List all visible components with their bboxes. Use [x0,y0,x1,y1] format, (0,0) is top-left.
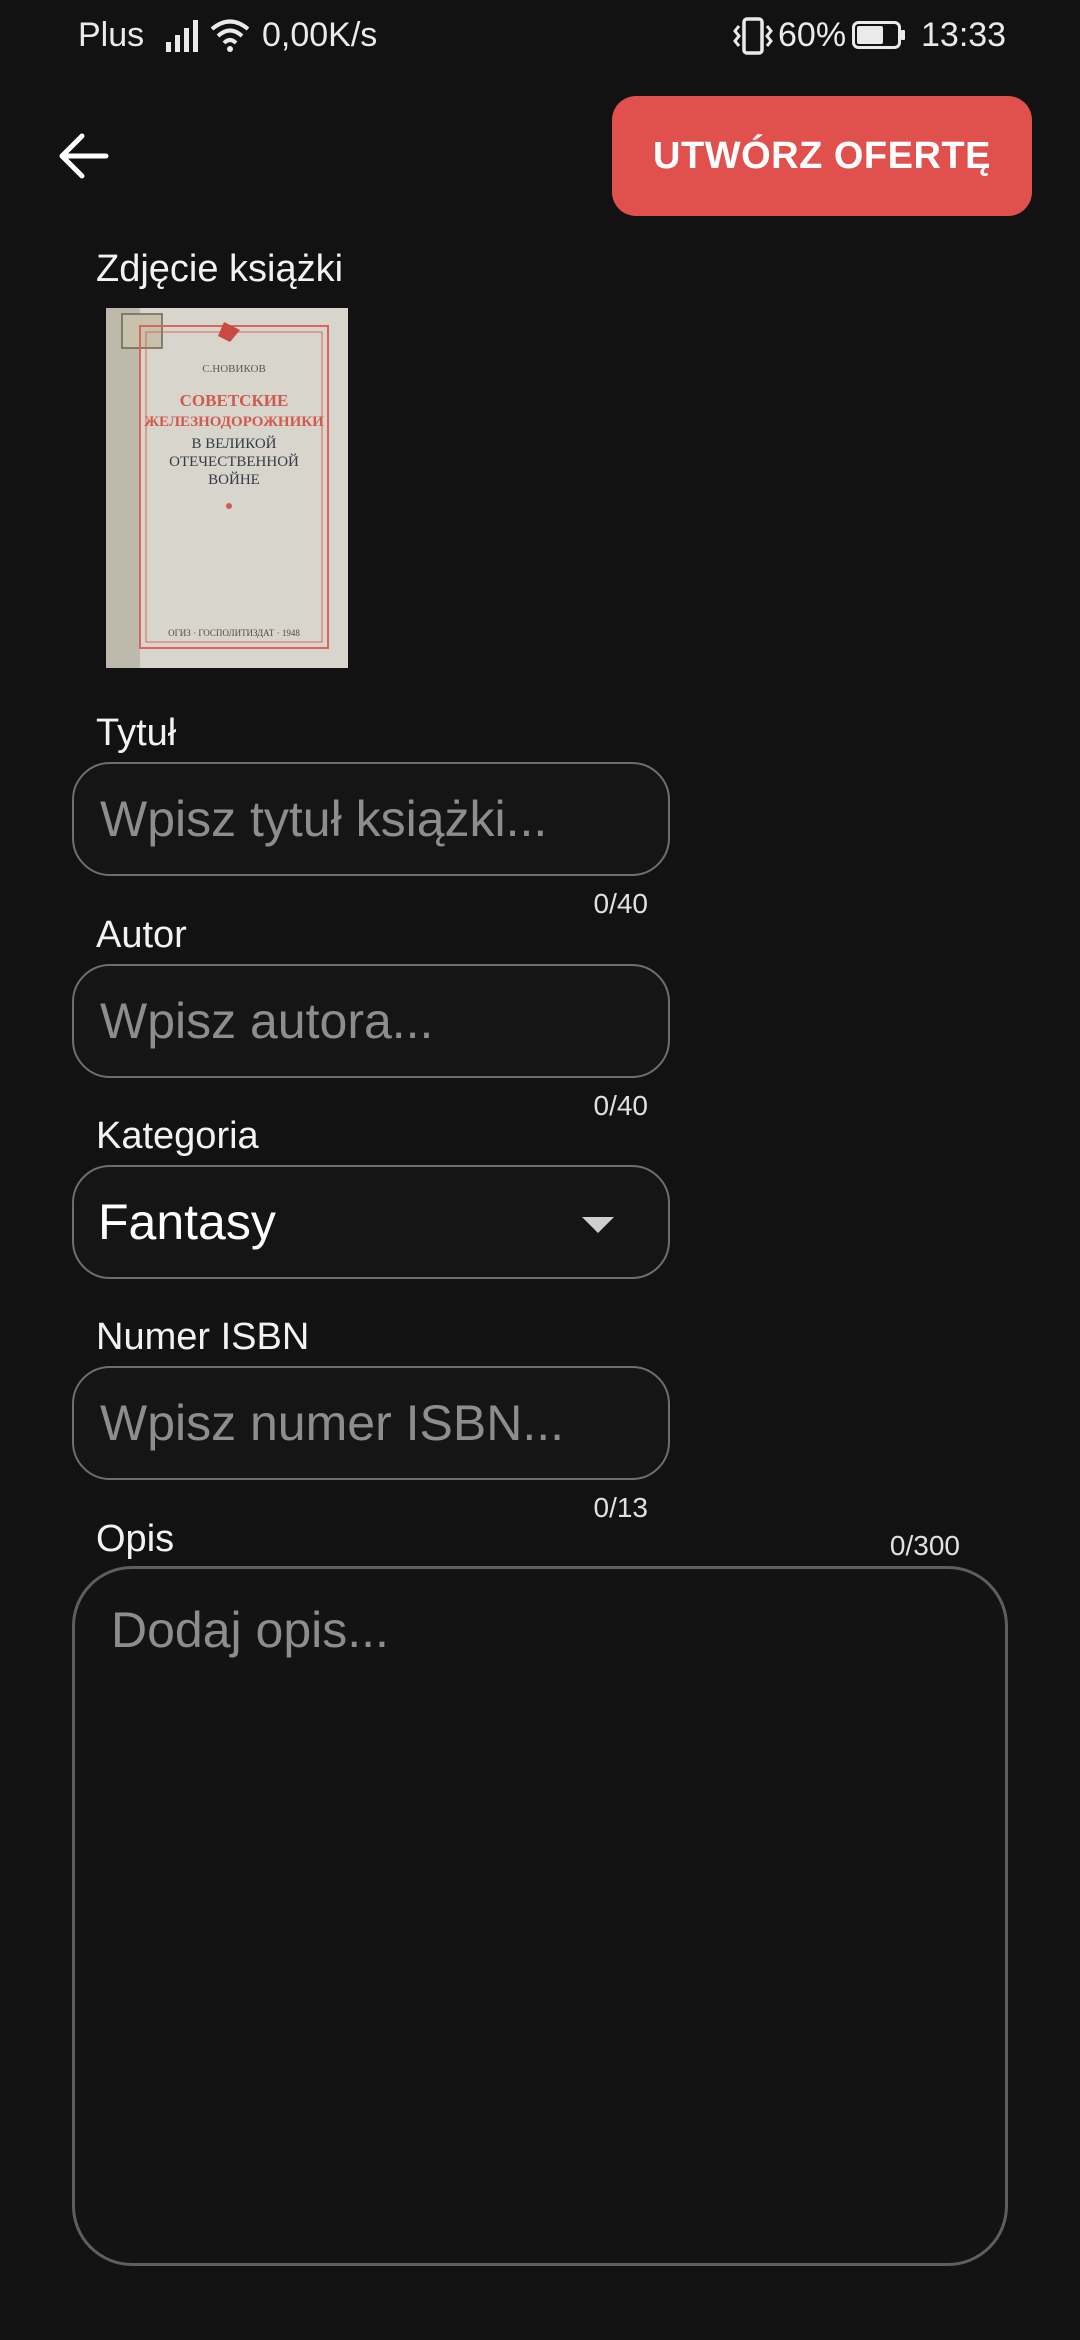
cover-title-line-3: В ВЕЛИКОЙ [191,435,276,452]
book-photo[interactable]: С.НОВИКОВ СОВЕТСКИЕ ЖЕЛЕЗНОДОРОЖНИКИ В В… [106,308,348,668]
category-value: Fantasy [98,1194,276,1250]
carrier-name: Plus [78,16,145,54]
description-input[interactable] [109,1599,975,2237]
author-label: Autor [96,914,187,956]
author-field[interactable] [72,964,670,1078]
battery-percent: 60% [778,16,847,54]
cover-title-line-4: ОТЕЧЕСТВЕННОЙ [169,453,299,470]
cover-author: С.НОВИКОВ [202,363,266,375]
description-box[interactable] [72,1566,1008,2266]
status-bar: Plus 0,00K/s 60% 13:33 [0,0,1080,72]
dropdown-arrow-icon [582,1217,614,1233]
isbn-counter: 0/13 [593,1492,649,1523]
description-label: Opis [96,1518,175,1560]
wifi-icon [210,19,250,52]
title-input[interactable] [98,789,642,849]
photo-label: Zdjęcie książki [96,248,344,290]
clock: 13:33 [921,16,1007,54]
vibrate-icon [733,17,773,55]
cover-publisher: ОГИЗ · ГОСПОЛИТИЗДАТ · 1948 [168,628,300,638]
network-speed: 0,00K/s [262,16,378,54]
description-counter: 0/300 [889,1530,960,1561]
cover-title-line-5: ВОЙНЕ [208,471,260,488]
create-offer-button[interactable]: UTWÓRZ OFERTĘ [612,96,1032,216]
cover-title-line-1: СОВЕТСКИЕ [180,391,289,410]
title-counter: 0/40 [593,888,649,919]
cover-title-line-2: ЖЕЛЕЗНОДОРОЖНИКИ [144,414,324,430]
isbn-input[interactable] [98,1393,642,1453]
category-select[interactable]: Fantasy [72,1165,670,1279]
title-label: Tytuł [96,712,177,754]
author-input[interactable] [98,991,642,1051]
isbn-label: Numer ISBN [96,1316,310,1358]
author-counter: 0/40 [593,1090,649,1121]
isbn-field[interactable] [72,1366,670,1480]
battery-icon [852,21,905,49]
book-cover-image: С.НОВИКОВ СОВЕТСКИЕ ЖЕЛЕЗНОДОРОЖНИКИ В В… [106,308,348,668]
signal-icon [166,20,198,52]
category-label: Kategoria [96,1115,259,1157]
title-field[interactable] [72,762,670,876]
back-arrow-icon[interactable] [52,124,116,188]
